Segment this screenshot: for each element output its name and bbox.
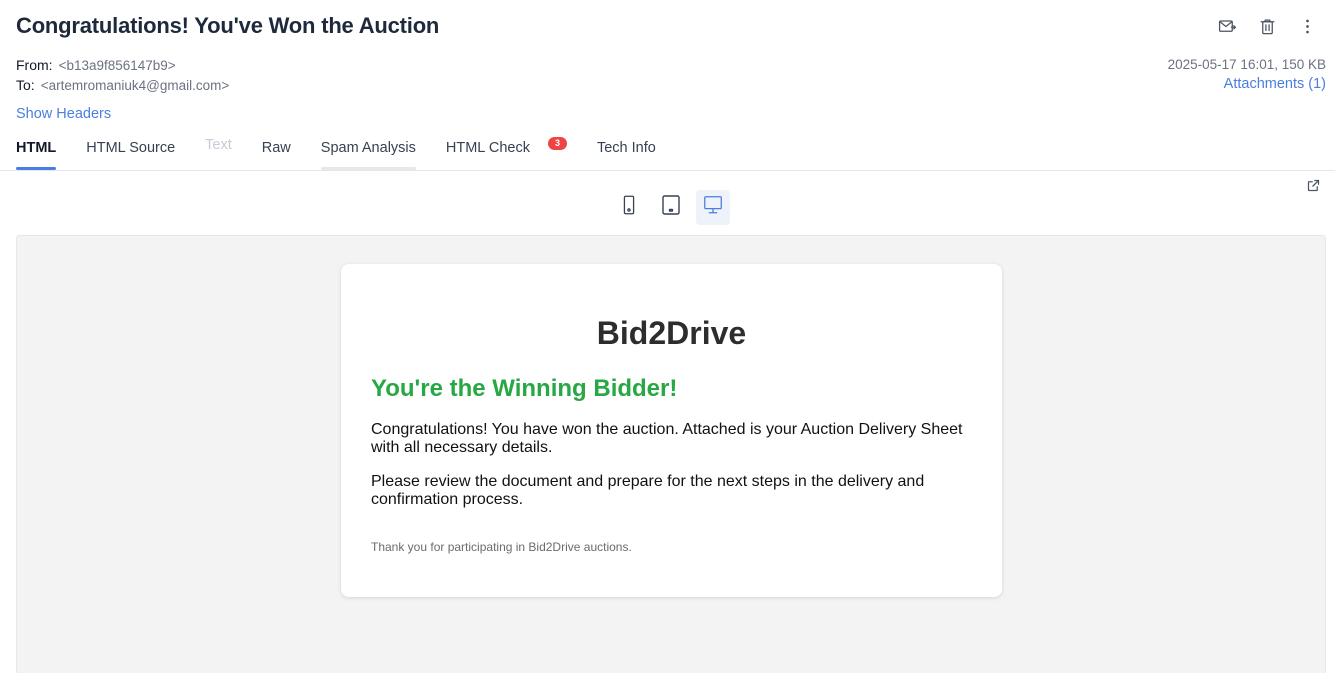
to-address: <artemromaniuk4@gmail.com>	[40, 78, 230, 93]
mobile-icon	[618, 194, 640, 221]
tab-label: HTML Source	[86, 140, 176, 156]
tab-label: Tech Info	[596, 140, 656, 156]
email-subject: Congratulations! You've Won the Auction	[16, 13, 440, 38]
forward-mail-icon[interactable]	[1217, 16, 1237, 36]
to-label: To:	[16, 77, 35, 93]
date-size: 2025-05-17 16:01, 150 KB	[1167, 57, 1326, 72]
trash-icon[interactable]	[1257, 16, 1277, 36]
tablet-view-button[interactable]	[654, 190, 688, 225]
mobile-view-button[interactable]	[612, 190, 646, 225]
device-view-toggle	[612, 190, 730, 225]
email-preview-area: Bid2Drive You're the Winning Bidder! Con…	[16, 235, 1326, 673]
email-actions	[1217, 16, 1317, 36]
from-address: <b13a9f856147b9>	[58, 58, 176, 73]
tab-label: HTML Check	[445, 140, 530, 156]
winning-headline: You're the Winning Bidder!	[371, 375, 678, 402]
view-tabs: HTML HTML Source Text Raw Spam Analysis …	[16, 137, 686, 170]
show-headers-link[interactable]: Show Headers	[16, 106, 111, 122]
to-line: To: <artemromaniuk4@gmail.com>	[16, 77, 229, 93]
tab-label: Spam Analysis	[320, 140, 416, 156]
attachments-link[interactable]: Attachments (1)	[1224, 76, 1326, 92]
tabs-divider	[0, 170, 1335, 171]
tab-text: Text	[205, 137, 232, 170]
from-label: From:	[16, 57, 53, 73]
tab-label: Text	[205, 137, 232, 153]
brand-title: Bid2Drive	[596, 315, 747, 351]
tab-html-source[interactable]: HTML Source	[86, 137, 175, 170]
tablet-icon	[659, 193, 683, 222]
tab-raw[interactable]: Raw	[262, 137, 291, 170]
footer-thanks: Thank you for participating in Bid2Drive…	[371, 540, 632, 554]
tab-html[interactable]: HTML	[16, 137, 57, 170]
tab-spam-analysis[interactable]: Spam Analysis	[320, 137, 417, 170]
tab-html-check[interactable]: HTML Check 3	[445, 137, 567, 170]
desktop-icon	[702, 194, 724, 221]
external-link-icon[interactable]	[1306, 178, 1321, 193]
tab-tech-info[interactable]: Tech Info	[597, 137, 656, 170]
more-vertical-icon[interactable]	[1297, 16, 1317, 36]
from-line: From: <b13a9f856147b9>	[16, 57, 176, 73]
html-check-count-badge: 3	[547, 137, 567, 150]
body-paragraph: Congratulations! You have won the auctio…	[371, 421, 963, 456]
desktop-view-button[interactable]	[696, 190, 730, 225]
email-content-card: Bid2Drive You're the Winning Bidder! Con…	[341, 264, 1002, 597]
body-paragraph: Please review the document and prepare f…	[371, 473, 925, 508]
tab-label: Raw	[261, 140, 291, 156]
tab-label: HTML	[16, 140, 57, 156]
